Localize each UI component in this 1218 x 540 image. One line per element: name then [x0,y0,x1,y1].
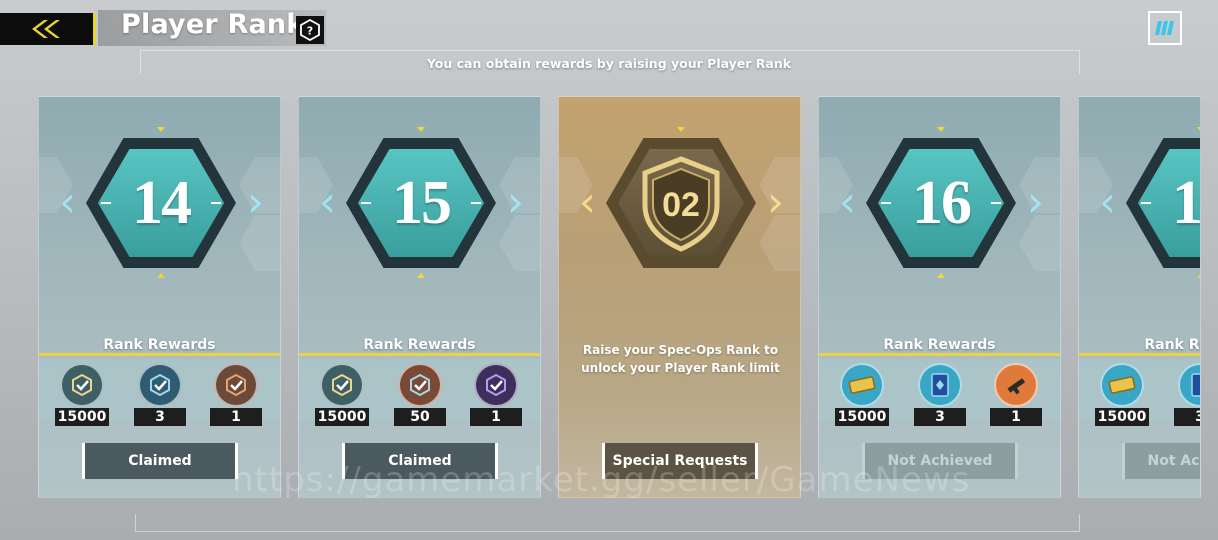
spec-ops-card: ‹ › 02 Raise your Spec-Ops Rank to unloc… [558,96,801,498]
watermark-text: https://gamemarket.gg/seller/GameNews [232,460,971,500]
rank-dash-right [991,202,1001,204]
weapon-icon [994,363,1038,407]
rank-rewards-label: Rank Rewards [103,337,216,353]
chevron-left-icon: ‹ [579,177,596,226]
chevron-right-icon: › [247,177,264,226]
reward-quantity: 50 [394,408,446,426]
chevron-left-icon: ‹ [839,177,856,226]
rank-rewards-label: Rank Rewards [363,337,476,353]
chevron-left-icon: ‹ [59,177,76,226]
marker-triangle-bottom [937,273,945,278]
rank-card-17: ‹ 17 Rank Rewards 15000 3 Not Achieved [1078,96,1201,498]
marker-triangle-top [417,127,425,132]
reward-quantity: 15000 [54,408,110,426]
reward-quantity: 1 [470,408,522,426]
rewards-divider [39,353,280,356]
bottom-frame-line [135,514,1080,532]
reward-quantity: 3 [914,408,966,426]
reward-item[interactable]: 3 [134,363,186,426]
marker-triangle-bottom [1197,273,1200,278]
reward-item[interactable]: 1 [990,363,1042,426]
not-achieved-button[interactable]: Not Achieved [1122,443,1200,479]
card-icon [1178,363,1200,407]
marker-triangle-bottom [417,273,425,278]
chevron-right-icon: › [507,177,524,226]
chevron-right-icon: › [1027,177,1044,226]
reward-item[interactable]: 3 [1174,363,1200,426]
claimed-check-icon [398,363,442,407]
claimed-check-icon [138,363,182,407]
svg-text:?: ? [307,25,313,38]
claimed-button[interactable]: Claimed [82,443,238,479]
reward-item[interactable]: 3 [914,363,966,426]
shield-badge-icon: 02 [642,156,720,252]
rank-dash-right [471,202,481,204]
reward-quantity: 3 [1174,408,1200,426]
rank-dash-right [211,202,221,204]
rank-number: 14 [132,168,192,237]
rewards-divider [819,353,1060,356]
rank-dash-left [361,202,371,204]
reward-item[interactable]: 15000 [834,363,890,426]
help-button[interactable]: ? [296,16,324,44]
ticket-icon [1100,363,1144,407]
page-title: Player Rank [121,9,305,40]
marker-triangle-top [157,127,165,132]
spec-ops-message: Raise your Spec-Ops Rank to unlock your … [581,343,780,375]
chevron-left-icon: ‹ [319,177,336,226]
rank-dash-left [1141,202,1151,204]
menu-button[interactable] [1148,11,1182,45]
chevron-left-icon: ‹ [1099,177,1116,226]
rewards-divider [299,353,540,356]
ticket-icon [840,363,884,407]
reward-item[interactable]: 1 [470,363,522,426]
reward-quantity: 3 [134,408,186,426]
reward-quantity: 15000 [314,408,370,426]
rewards-divider [1079,353,1200,356]
rank-card-16: ‹ › 16 Rank Rewards 15000 3 1 Not Achiev… [818,96,1061,498]
reward-quantity: 1 [210,408,262,426]
claimed-check-icon [60,363,104,407]
hexagon-question-icon: ? [300,19,320,41]
marker-triangle-bottom [157,273,165,278]
reward-quantity: 1 [990,408,1042,426]
reward-quantity: 15000 [1094,408,1150,426]
rank-rewards-label: Rank Rewards [1144,337,1200,353]
claimed-check-icon [474,363,518,407]
reward-quantity: 15000 [834,408,890,426]
marker-triangle-top [937,127,945,132]
reward-item[interactable]: 15000 [54,363,110,426]
claimed-check-icon [214,363,258,407]
reward-item[interactable]: 15000 [1094,363,1150,426]
striped-menu-icon [1155,21,1174,35]
rank-number: 16 [912,168,972,237]
card-icon [918,363,962,407]
rank-card-15: ‹ › 15 Rank Rewards 15000 50 1 Claimed [298,96,541,498]
rank-number: 15 [392,168,452,237]
rank-rewards-label: Rank Rewards [883,337,996,353]
chevron-right-icon: › [767,177,784,226]
rank-dash-left [101,202,111,204]
rank-dash-left [881,202,891,204]
page-subtitle: You can obtain rewards by raising your P… [426,56,792,71]
rank-number: 17 [1172,168,1201,237]
reward-item[interactable]: 1 [210,363,262,426]
reward-item[interactable]: 15000 [314,363,370,426]
marker-triangle-top [677,127,685,132]
reward-item[interactable]: 50 [394,363,446,426]
marker-triangle-top [1197,127,1200,132]
rank-card-14: ‹ › 14 Rank Rewards 15000 3 1 Claimed [38,96,281,498]
badge-number: 02 [662,186,700,224]
claimed-check-icon [320,363,364,407]
back-button[interactable] [0,13,96,45]
double-chevron-left-icon [31,20,60,38]
